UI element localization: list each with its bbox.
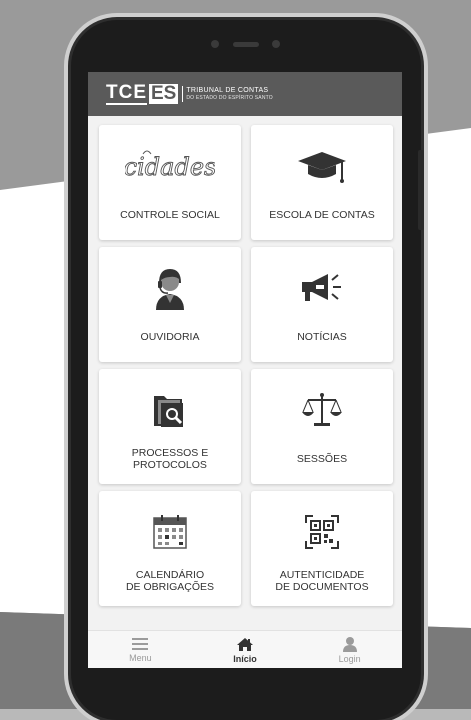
tile-label: CONTROLE SOCIAL xyxy=(120,209,220,221)
tile-ouvidoria[interactable]: OUVIDORIA xyxy=(99,247,241,362)
side-button xyxy=(418,150,424,230)
front-camera xyxy=(211,40,219,48)
tile-calendario-de-obrigacoes[interactable]: CALENDÁRIO DE OBRIGAÇÕES xyxy=(99,491,241,606)
user-icon xyxy=(342,637,357,652)
tile-escola-de-contas[interactable]: ESCOLA DE CONTAS xyxy=(251,125,393,240)
logo-line1: TRIBUNAL DE CONTAS xyxy=(186,87,269,94)
tile-noticias[interactable]: NOTÍCIAS xyxy=(251,247,393,362)
folder-search-icon xyxy=(99,385,241,435)
tile-autenticidade-de-documentos[interactable]: AUTENTICIDADE DE DOCUMENTOS xyxy=(251,491,393,606)
nav-home-label: Início xyxy=(233,653,257,664)
tile-label: NOTÍCIAS xyxy=(297,331,347,343)
calendar-icon xyxy=(99,507,241,557)
home-icon xyxy=(237,637,253,651)
tile-label: PROCESSOS E PROTOCOLOS xyxy=(131,447,209,471)
tile-label: ESCOLA DE CONTAS xyxy=(269,209,375,221)
tcees-logo: TCE ES TRIBUNAL DE CONTAS DO ESTADO DO E… xyxy=(106,83,273,105)
nav-menu-label: Menu xyxy=(129,653,152,663)
tile-processos-e-protocolos[interactable]: PROCESSOS E PROTOCOLOS xyxy=(99,369,241,484)
app-header: TCE ES TRIBUNAL DE CONTAS DO ESTADO DO E… xyxy=(88,72,402,116)
logo-tc: TCE xyxy=(106,82,147,105)
cidades-logo-icon: cidades xyxy=(99,141,241,191)
front-sensor xyxy=(272,40,280,48)
tile-label: OUVIDORIA xyxy=(140,331,200,343)
nav-login-label: Login xyxy=(338,654,361,664)
nav-menu[interactable]: Menu xyxy=(88,631,193,668)
cidades-logo-text: cidades xyxy=(125,153,215,181)
logo-line2: DO ESTADO DO ESPÍRITO SANTO xyxy=(186,95,273,101)
tile-sessoes[interactable]: SESSÕES xyxy=(251,369,393,484)
earpiece-speaker xyxy=(233,42,259,47)
phone-frame: TCE ES TRIBUNAL DE CONTAS DO ESTADO DO E… xyxy=(71,20,424,720)
scales-icon xyxy=(251,385,393,435)
tile-label: CALENDÁRIO DE OBRIGAÇÕES xyxy=(125,569,215,593)
tile-label: AUTENTICIDADE DE DOCUMENTOS xyxy=(275,569,369,593)
hamburger-icon xyxy=(132,638,149,650)
tile-label: SESSÕES xyxy=(296,453,348,465)
logo-es: ES xyxy=(149,83,179,104)
nav-login[interactable]: Login xyxy=(297,631,402,668)
graduation-cap-icon xyxy=(251,141,393,191)
menu-grid: cidades CONTROLE SOCIAL ESCOLA DE CONTAS xyxy=(99,125,393,606)
nav-home[interactable]: Início xyxy=(193,631,298,668)
bottom-navigation: Menu Início Login xyxy=(88,630,402,668)
megaphone-icon xyxy=(251,263,393,313)
qr-code-icon xyxy=(251,507,393,557)
user-headset-icon xyxy=(99,263,241,313)
tile-controle-social[interactable]: cidades CONTROLE SOCIAL xyxy=(99,125,241,240)
app-screen: TCE ES TRIBUNAL DE CONTAS DO ESTADO DO E… xyxy=(88,72,402,668)
logo-text: TRIBUNAL DE CONTAS DO ESTADO DO ESPÍRITO… xyxy=(182,86,273,102)
